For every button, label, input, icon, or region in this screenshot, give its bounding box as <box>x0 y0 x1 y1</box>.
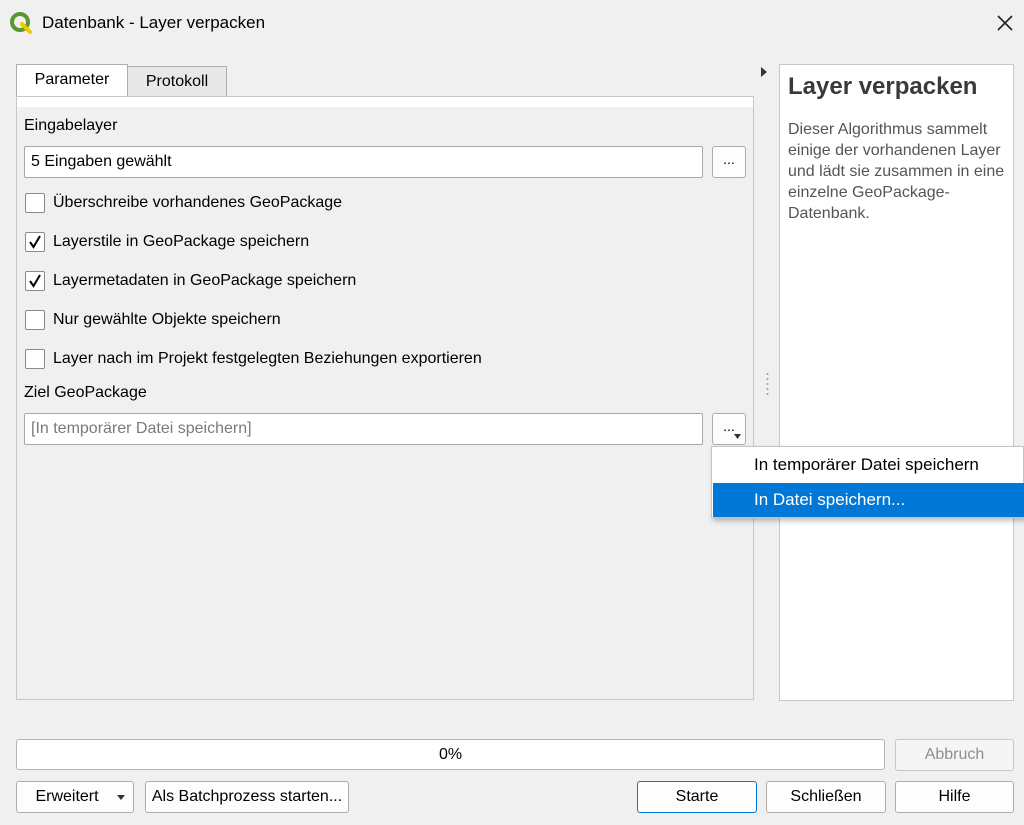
checkmark-icon <box>29 274 41 288</box>
help-panel: Layer verpacken Dieser Algorithmus samme… <box>779 64 1014 701</box>
tab-parameter[interactable]: Parameter <box>16 64 128 98</box>
input-browse-button[interactable]: ... <box>712 146 746 178</box>
target-output-button-label: ... <box>723 418 735 434</box>
batch-process-button[interactable]: Als Batchprozess starten... <box>145 781 349 813</box>
overwrite-label: Überschreibe vorhandenes GeoPackage <box>53 194 343 211</box>
cancel-button[interactable]: Abbruch <box>895 739 1014 771</box>
advanced-button[interactable]: Erweitert <box>16 781 134 813</box>
qgis-icon <box>10 12 32 34</box>
target-output-button[interactable]: ... <box>712 413 746 445</box>
window-title: Datenbank - Layer verpacken <box>42 13 266 32</box>
input-layer-label: Eingabelayer <box>24 117 118 134</box>
chevron-down-icon <box>734 434 741 439</box>
menu-item-save-file[interactable]: In Datei speichern... <box>713 483 1024 517</box>
selected-only-checkbox[interactable] <box>25 310 45 330</box>
menu-item-temp-file[interactable]: In temporärer Datei speichern <box>713 448 1024 482</box>
help-description: Dieser Algorithmus sammelt einige der vo… <box>788 121 1005 222</box>
close-button[interactable]: Schließen <box>766 781 886 813</box>
run-button[interactable]: Starte <box>637 781 757 813</box>
export-relations-label: Layer nach im Projekt festgelegten Bezie… <box>53 350 482 367</box>
help-button[interactable]: Hilfe <box>895 781 1014 813</box>
input-layer-field[interactable]: 5 Eingaben gewählt <box>24 146 703 178</box>
title-bar: Datenbank - Layer verpacken <box>0 0 1024 46</box>
chevron-down-icon <box>117 795 125 800</box>
overwrite-checkbox[interactable] <box>25 193 45 213</box>
checkmark-icon <box>29 235 41 249</box>
save-styles-label: Layerstile in GeoPackage speichern <box>53 233 310 250</box>
save-styles-checkbox[interactable] <box>25 232 45 252</box>
tab-protokoll[interactable]: Protokoll <box>127 66 227 98</box>
help-title: Layer verpacken <box>788 73 978 100</box>
close-icon[interactable] <box>990 8 1020 38</box>
output-dropdown-menu: In temporärer Datei speichern In Datei s… <box>711 446 1024 518</box>
splitter-handle[interactable] <box>766 372 769 396</box>
target-geopackage-label: Ziel GeoPackage <box>24 384 147 401</box>
save-metadata-label: Layermetadaten in GeoPackage speichern <box>53 272 357 289</box>
target-geopackage-field[interactable]: [In temporärer Datei speichern] <box>24 413 703 445</box>
selected-only-label: Nur gewählte Objekte speichern <box>53 311 281 328</box>
export-relations-checkbox[interactable] <box>25 349 45 369</box>
advanced-button-label: Erweitert <box>35 788 99 805</box>
progress-text: 0% <box>438 746 463 763</box>
save-metadata-checkbox[interactable] <box>25 271 45 291</box>
collapse-arrow-icon[interactable] <box>760 66 768 78</box>
progress-bar: 0% <box>16 739 885 770</box>
